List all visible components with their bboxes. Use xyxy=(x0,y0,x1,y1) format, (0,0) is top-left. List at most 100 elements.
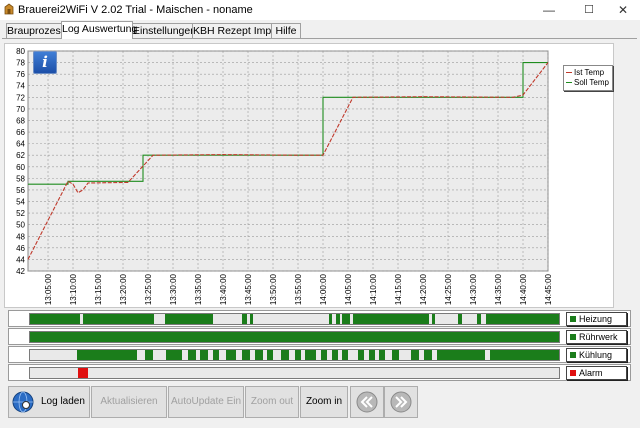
x-tick-label: 14:40:00 xyxy=(519,273,528,305)
next-button[interactable] xyxy=(384,386,418,418)
legend-item-ist-temp: Ist Temp xyxy=(566,68,604,78)
status-segment xyxy=(145,350,154,360)
autoupdate-button[interactable]: AutoUpdate Ein xyxy=(168,386,244,418)
status-segment xyxy=(164,314,213,324)
x-tick-label: 13:55:00 xyxy=(294,273,303,305)
status-segment xyxy=(82,314,144,324)
log-laden-button[interactable]: Log laden xyxy=(8,386,90,418)
status-segment xyxy=(249,314,253,324)
x-tick-label: 14:10:00 xyxy=(369,273,378,305)
status-segment xyxy=(30,314,81,324)
status-segment xyxy=(266,350,274,360)
heizung-status-row: Heizung xyxy=(8,310,631,327)
y-tick-label: 60 xyxy=(16,163,25,172)
tab-brauprozess[interactable]: Brauprozess xyxy=(6,23,66,39)
alarm-timeline xyxy=(29,367,560,379)
zoom-out-button[interactable]: Zoom out xyxy=(245,386,299,418)
alarm-status-row: Alarm xyxy=(8,364,631,381)
window-title: Brauerei2WiFi V 2.02 Trial - Maischen - … xyxy=(18,4,253,16)
x-tick-label: 13:15:00 xyxy=(94,273,103,305)
status-segment xyxy=(342,350,349,360)
maximize-button[interactable]: ☐ xyxy=(572,0,606,20)
status-segment xyxy=(352,314,430,324)
double-chevron-left-icon xyxy=(356,391,378,413)
status-segment xyxy=(76,350,138,360)
x-tick-label: 14:15:00 xyxy=(394,273,403,305)
status-segment xyxy=(357,350,365,360)
bottom-toolbar: Log laden Aktualisieren AutoUpdate Ein Z… xyxy=(0,386,640,420)
x-tick-label: 13:45:00 xyxy=(244,273,253,305)
y-tick-label: 70 xyxy=(16,105,25,114)
status-segment xyxy=(347,314,351,324)
info-button[interactable]: i xyxy=(33,51,57,74)
kuehlung-label: Kühlung xyxy=(579,350,613,360)
y-tick-label: 46 xyxy=(16,244,25,253)
status-segment xyxy=(320,350,328,360)
x-tick-label: 14:20:00 xyxy=(419,273,428,305)
tab-hilfe[interactable]: Hilfe xyxy=(271,23,301,39)
x-tick-label: 14:45:00 xyxy=(544,273,553,305)
tab-kbh-rezept-import[interactable]: KBH Rezept Import xyxy=(192,23,283,39)
previous-button[interactable] xyxy=(350,386,384,418)
status-segment xyxy=(424,350,433,360)
legend-swatch-ist xyxy=(566,72,572,74)
status-segment xyxy=(241,350,250,360)
status-segment xyxy=(187,350,196,360)
heizung-label: Heizung xyxy=(579,314,613,324)
status-segment xyxy=(379,350,386,360)
y-tick-label: 68 xyxy=(16,116,25,125)
x-tick-label: 14:00:00 xyxy=(319,273,328,305)
x-tick-label: 13:50:00 xyxy=(269,273,278,305)
status-segment xyxy=(437,350,485,360)
y-tick-label: 50 xyxy=(16,221,25,230)
zoom-in-button[interactable]: Zoom in xyxy=(300,386,348,418)
x-tick-label: 13:05:00 xyxy=(44,273,53,305)
y-tick-label: 54 xyxy=(16,198,25,207)
y-tick-label: 78 xyxy=(16,59,25,68)
x-tick-label: 14:35:00 xyxy=(494,273,503,305)
status-segment xyxy=(225,350,237,360)
x-tick-label: 14:30:00 xyxy=(469,273,478,305)
status-segment xyxy=(212,350,219,360)
y-tick-label: 66 xyxy=(16,128,25,137)
status-segment xyxy=(166,350,183,360)
status-segment xyxy=(254,350,263,360)
y-tick-label: 58 xyxy=(16,174,25,183)
status-segment xyxy=(241,314,247,324)
alarm-swatch xyxy=(570,369,576,376)
ruehrwerk-legend: Rührwerk xyxy=(566,330,627,344)
status-segment xyxy=(392,350,399,360)
x-tick-label: 13:25:00 xyxy=(144,273,153,305)
y-tick-label: 48 xyxy=(16,232,25,241)
heizung-timeline xyxy=(29,313,560,325)
status-segment xyxy=(490,350,559,360)
y-tick-label: 76 xyxy=(16,70,25,79)
heizung-swatch xyxy=(570,315,576,322)
title-bar: Brauerei2WiFi V 2.02 Trial - Maischen - … xyxy=(0,0,640,20)
y-tick-label: 74 xyxy=(16,82,25,91)
status-segment xyxy=(281,350,290,360)
status-segment xyxy=(477,314,482,324)
tab-einstellungen[interactable]: Einstellungen xyxy=(132,23,196,39)
status-segment xyxy=(410,350,419,360)
tab-log-auswertung[interactable]: Log Auswertung xyxy=(61,21,137,39)
alarm-label: Alarm xyxy=(579,368,603,378)
y-tick-label: 44 xyxy=(16,255,25,264)
minimize-button[interactable]: — xyxy=(532,0,566,20)
x-tick-label: 13:40:00 xyxy=(219,273,228,305)
ruehrwerk-timeline xyxy=(29,331,560,343)
aktualisieren-button[interactable]: Aktualisieren xyxy=(91,386,167,418)
y-tick-label: 52 xyxy=(16,209,25,218)
kuehlung-timeline xyxy=(29,349,560,361)
x-tick-label: 13:30:00 xyxy=(169,273,178,305)
status-segment xyxy=(432,314,436,324)
ruehrwerk-label: Rührwerk xyxy=(579,332,618,342)
y-tick-label: 64 xyxy=(16,140,25,149)
status-segment xyxy=(331,350,338,360)
status-segment xyxy=(143,314,155,324)
close-button[interactable]: ✕ xyxy=(606,0,640,20)
y-tick-label: 80 xyxy=(16,47,25,56)
alarm-legend: Alarm xyxy=(566,366,627,380)
status-segment xyxy=(200,350,209,360)
status-segment xyxy=(294,350,301,360)
